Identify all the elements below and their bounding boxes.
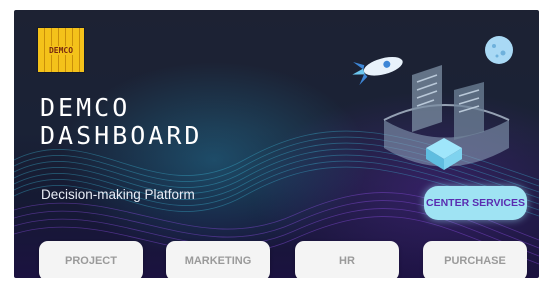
planet-icon bbox=[485, 36, 513, 64]
rocket-icon bbox=[352, 57, 403, 86]
demco-logo: DEMCO bbox=[38, 28, 84, 72]
project-button[interactable]: PROJECT bbox=[39, 241, 143, 278]
marketing-button[interactable]: MARKETING bbox=[166, 241, 270, 278]
logo-text: DEMCO bbox=[47, 45, 75, 55]
purchase-button[interactable]: PURCHASE bbox=[423, 241, 527, 278]
title-line-2: DASHBOARD bbox=[40, 121, 203, 150]
center-services-button[interactable]: CENTER SERVICES bbox=[424, 186, 527, 220]
hr-button[interactable]: HR bbox=[295, 241, 399, 278]
hologram-illustration bbox=[352, 36, 513, 170]
page-title: DEMCO DASHBOARD bbox=[40, 94, 202, 150]
document-icon bbox=[412, 65, 484, 140]
page-subtitle: Decision-making Platform bbox=[41, 187, 195, 202]
dashboard-banner: DEMCO DEMCO DASHBOARD Decision-making Pl… bbox=[14, 10, 539, 278]
hologram-cube-icon bbox=[383, 104, 510, 170]
title-line-1: DEMCO bbox=[40, 93, 131, 122]
